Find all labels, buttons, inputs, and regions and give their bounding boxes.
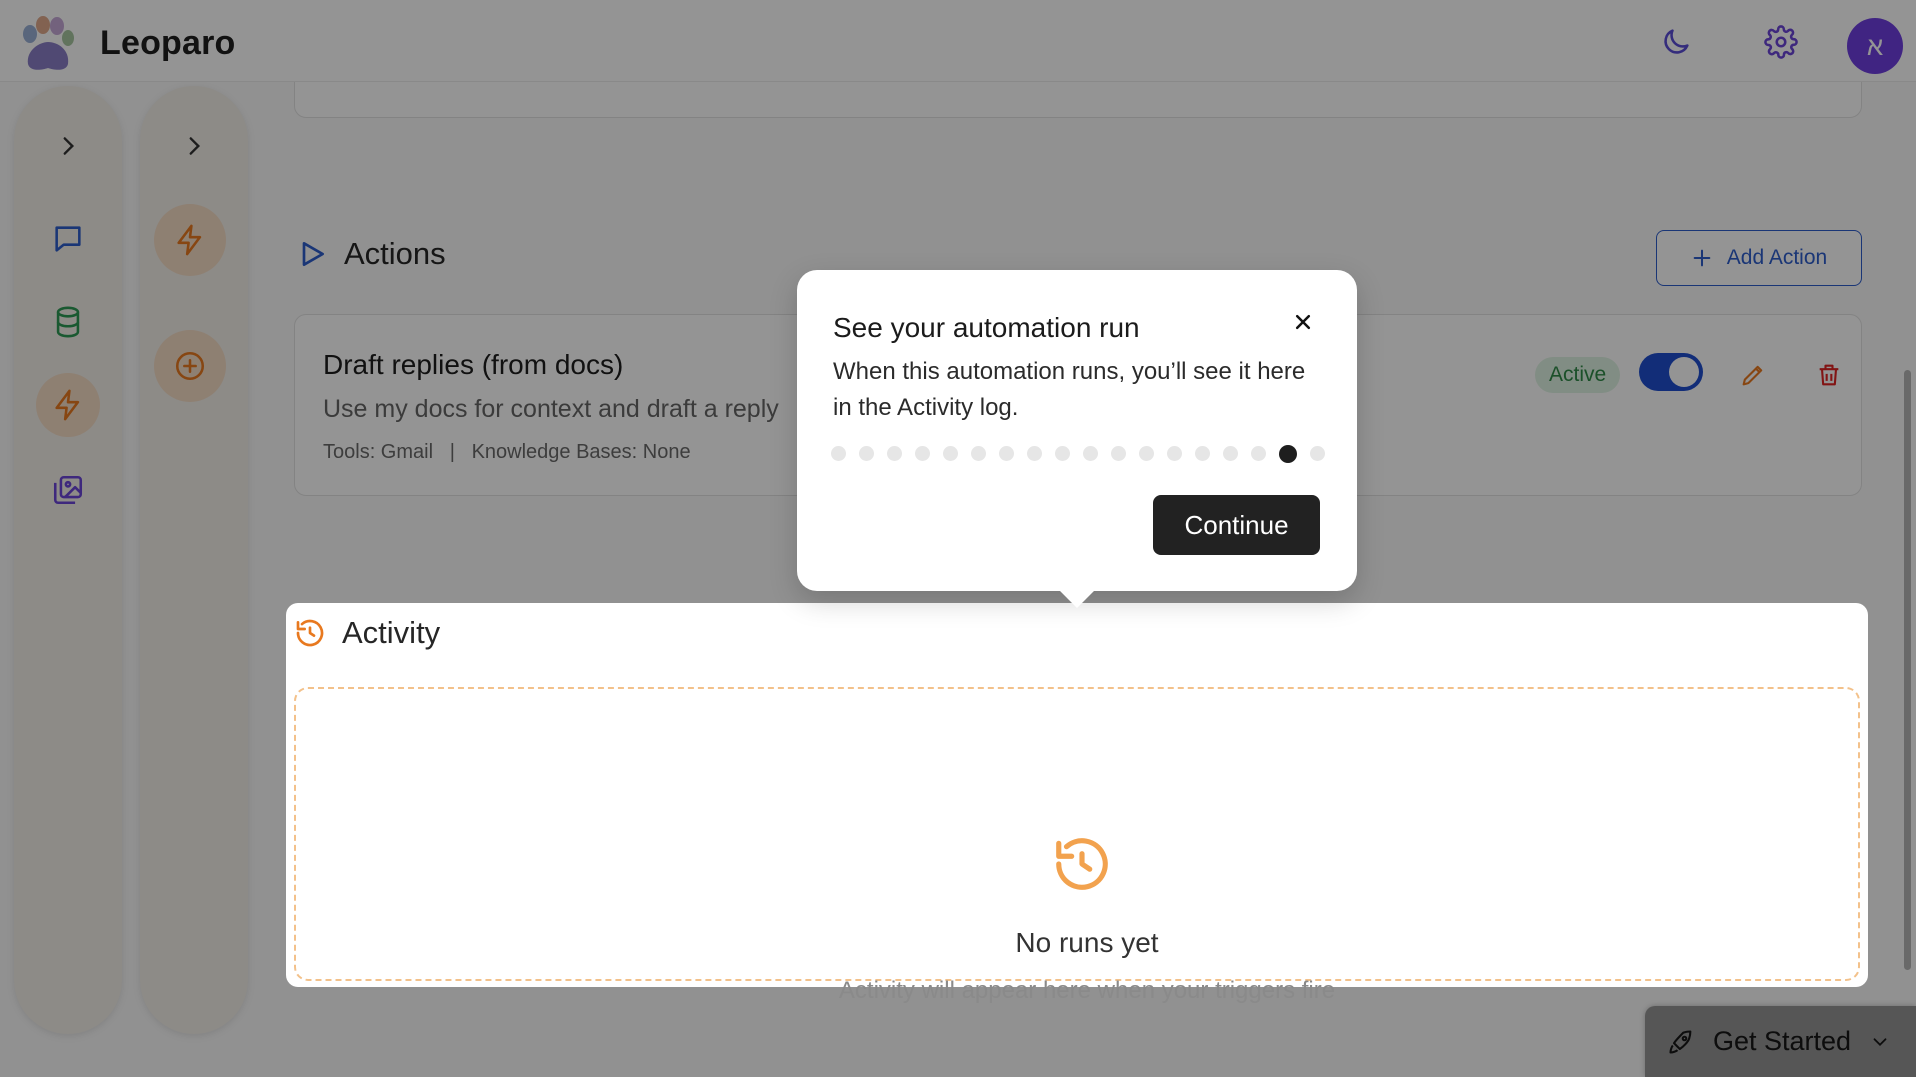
tour-title: See your automation run (833, 312, 1140, 343)
tour-step-dot (1251, 446, 1266, 461)
empty-subtitle: Activity will appear here when your trig… (838, 977, 1336, 1004)
tour-body: When this automation runs, you’ll see it… (833, 358, 1306, 421)
activity-header: Activity (294, 615, 440, 651)
empty-title: No runs yet (1015, 927, 1159, 958)
tour-step-dot (1195, 446, 1210, 461)
tour-step-dot (859, 446, 874, 461)
tour-step-dot (1055, 446, 1070, 461)
tour-step-dot (971, 446, 986, 461)
tour-step-dot (999, 446, 1014, 461)
tour-step-dot (1027, 446, 1042, 461)
tour-step-dot (943, 446, 958, 461)
tour-step-dot (831, 446, 846, 461)
tour-step-dot (1223, 446, 1238, 461)
activity-empty-state: No runs yet Activity will appear here wh… (294, 687, 1860, 1004)
tour-step-dot (1111, 446, 1126, 461)
tour-step-dot (1167, 446, 1182, 461)
tour-step-dot (1310, 446, 1325, 461)
tour-step-dot (1279, 444, 1297, 463)
tour-step-dot (1083, 446, 1098, 461)
tour-popover: See your automation run When this automa… (797, 270, 1357, 591)
app-root: Leoparo א Actions Add Action Draft repli… (0, 0, 1916, 1077)
tour-step-dot (1139, 446, 1154, 461)
activity-section: Activity No runs yet Activity will appea… (286, 603, 1868, 1004)
tour-step-dot (915, 446, 930, 461)
history-icon (1056, 838, 1108, 890)
close-icon[interactable] (1287, 306, 1319, 338)
activity-title: Activity (342, 615, 441, 650)
history-icon (296, 619, 324, 647)
continue-button[interactable]: Continue (1153, 495, 1320, 555)
tour-progress-dots (831, 444, 1325, 463)
tour-step-dot (887, 446, 902, 461)
